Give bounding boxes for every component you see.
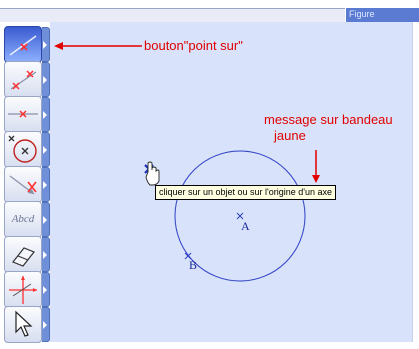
message-annotation-line2: jaune — [274, 128, 306, 143]
message-annotation-line1: message sur bandeau — [264, 112, 393, 127]
annotation-arrow-head — [54, 42, 63, 50]
point-label-A: A — [241, 219, 250, 233]
status-tooltip: cliquer sur un objet ou sur l'origine d'… — [155, 185, 337, 200]
annotation-arrow-head — [312, 175, 320, 183]
button-annotation: bouton"point sur" — [144, 38, 243, 53]
point-label-B: B — [189, 258, 198, 272]
